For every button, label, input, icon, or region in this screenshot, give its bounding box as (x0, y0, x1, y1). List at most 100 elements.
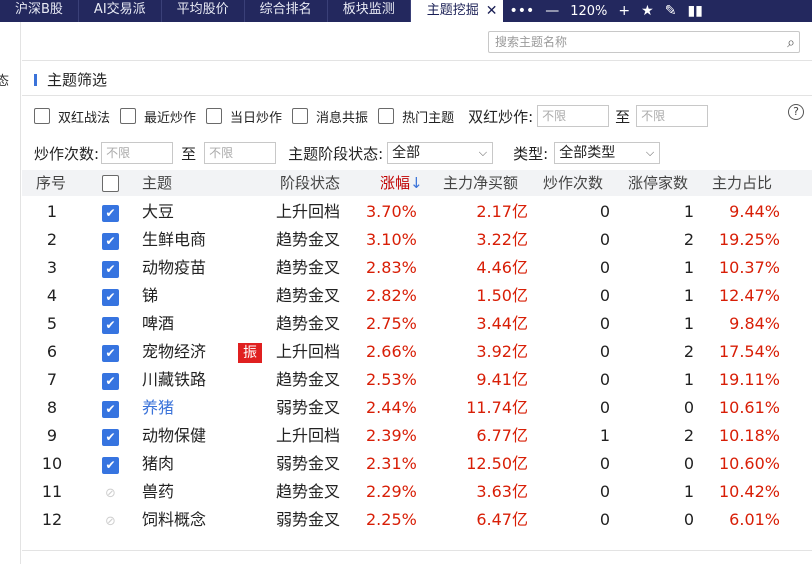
header-change-pct[interactable]: 涨幅↓ (380, 170, 423, 196)
row-checkbox[interactable]: ✔ (102, 456, 119, 474)
help-icon[interactable]: ? (788, 104, 804, 120)
table-row[interactable]: 7 ✔ 川藏铁路 趋势金叉 2.53% 9.41亿 0 1 19.11% (22, 366, 812, 394)
shuanghong-min-input[interactable]: 不限 (537, 105, 610, 127)
net-buy-amount: 12.50亿 (466, 454, 528, 473)
row-checkbox[interactable]: ⊘ (102, 484, 119, 502)
header-limit-up-count[interactable]: 涨停家数 (628, 170, 688, 196)
table-row[interactable]: 12 ⊘ 饲料概念 弱势金叉 2.25% 6.47亿 0 0 6.01% (22, 506, 812, 534)
header-main-ratio[interactable]: 主力占比 (712, 170, 772, 196)
checkbox-today-hype[interactable]: 当日炒作 (206, 107, 282, 126)
theme-name[interactable]: 生鲜电商 (142, 226, 206, 254)
change-pct: 2.83% (366, 258, 417, 277)
theme-name[interactable]: 养猪 (142, 394, 174, 422)
checked-icon[interactable]: ✔ (102, 373, 119, 390)
row-checkbox[interactable]: ✔ (102, 428, 119, 446)
stage-status-select[interactable]: 全部 ⌵ (387, 142, 494, 164)
hype-count-min-input[interactable]: 不限 (101, 142, 174, 164)
checkbox-hot-theme[interactable]: 热门主题 (378, 107, 454, 126)
checked-icon[interactable]: ✔ (102, 289, 119, 306)
header-select-all[interactable] (102, 175, 119, 192)
checkbox-box[interactable] (34, 108, 50, 124)
header-hype-count[interactable]: 炒作次数 (543, 170, 603, 196)
theme-name[interactable]: 饲料概念 (142, 506, 206, 534)
checked-icon[interactable]: ✔ (102, 345, 119, 362)
header-stage[interactable]: 阶段状态 (280, 170, 340, 196)
theme-name[interactable]: 大豆 (142, 198, 174, 226)
change-pct: 2.75% (366, 314, 417, 333)
checkbox-recent-hype[interactable]: 最近炒作 (120, 107, 196, 126)
edit-icon[interactable]: ✎ (665, 3, 677, 19)
disabled-icon[interactable]: ⊘ (102, 485, 119, 502)
change-pct: 2.82% (366, 286, 417, 305)
checked-icon[interactable]: ✔ (102, 401, 119, 418)
type-select[interactable]: 全部类型 ⌵ (554, 142, 661, 164)
table-row[interactable]: 5 ✔ 啤酒 趋势金叉 2.75% 3.44亿 0 1 9.84% (22, 310, 812, 338)
table-row[interactable]: 1 ✔ 大豆 上升回档 3.70% 2.17亿 0 1 9.44% (22, 198, 812, 226)
limit-up-count: 1 (683, 258, 694, 277)
row-checkbox[interactable]: ✔ (102, 260, 119, 278)
row-index: 7 (46, 370, 58, 389)
panel-icon[interactable]: ▮▮ (687, 3, 702, 19)
tab-theme-mining[interactable]: 主题挖掘 ✕ (410, 0, 504, 22)
checked-icon[interactable]: ✔ (102, 429, 119, 446)
select-all-checkbox[interactable] (102, 175, 119, 192)
checkbox-box[interactable] (378, 108, 395, 124)
checked-icon[interactable]: ✔ (102, 205, 119, 222)
search-icon[interactable]: ⌕ (787, 33, 795, 53)
checkbox-box[interactable] (120, 108, 137, 124)
tab-ranking[interactable]: 综合排名 (245, 0, 328, 22)
tab-hushen-b[interactable]: 沪深B股 (0, 0, 79, 22)
checkbox-news-resonance[interactable]: 消息共振 (292, 107, 368, 126)
header-index[interactable]: 序号 (36, 170, 66, 196)
table-row[interactable]: 3 ✔ 动物疫苗 趋势金叉 2.83% 4.46亿 0 1 10.37% (22, 254, 812, 282)
change-pct: 2.66% (366, 342, 417, 361)
hype-count-max-input[interactable]: 不限 (204, 142, 277, 164)
tab-sector-monitor[interactable]: 板块监测 (328, 0, 411, 22)
row-checkbox[interactable]: ✔ (102, 204, 119, 222)
row-checkbox[interactable]: ✔ (102, 372, 119, 390)
theme-name[interactable]: 动物保健 (142, 422, 206, 450)
table-row[interactable]: 4 ✔ 锑 趋势金叉 2.82% 1.50亿 0 1 12.47% (22, 282, 812, 310)
row-checkbox[interactable]: ⊘ (102, 512, 119, 530)
header-net-buy[interactable]: 主力净买额 (443, 170, 518, 196)
theme-search-input[interactable]: 搜索主题名称 ⌕ (488, 31, 800, 53)
checkbox-box[interactable] (206, 108, 223, 124)
more-icon[interactable]: ••• (509, 3, 534, 19)
theme-name[interactable]: 锑 (142, 282, 158, 310)
divider (22, 95, 812, 96)
theme-name[interactable]: 动物疫苗 (142, 254, 206, 282)
theme-name[interactable]: 啤酒 (142, 310, 174, 338)
stage-status: 趋势金叉 (276, 286, 341, 305)
shuanghong-max-input[interactable]: 不限 (636, 105, 709, 127)
table-row[interactable]: 2 ✔ 生鲜电商 趋势金叉 3.10% 3.22亿 0 2 19.25% (22, 226, 812, 254)
table-row[interactable]: 8 ✔ 养猪 弱势金叉 2.44% 11.74亿 0 0 10.61% (22, 394, 812, 422)
tab-avg-price[interactable]: 平均股价 (162, 0, 245, 22)
theme-name[interactable]: 宠物经济 (142, 338, 206, 366)
row-checkbox[interactable]: ✔ (102, 400, 119, 418)
checkbox-shuanghong-zhanfa[interactable]: 双红战法 (34, 107, 110, 126)
zoom-in-icon[interactable]: + (618, 3, 630, 19)
table-row[interactable]: 6 ✔ 宠物经济 振上升回档 2.66% 3.92亿 0 2 17.54% (22, 338, 812, 366)
tab-ai-trade[interactable]: AI交易派 (79, 0, 162, 22)
close-icon[interactable]: ✕ (486, 1, 498, 21)
header-theme[interactable]: 主题 (142, 170, 172, 196)
theme-name[interactable]: 川藏铁路 (142, 366, 206, 394)
row-checkbox[interactable]: ✔ (102, 344, 119, 362)
net-buy-amount: 1.50亿 (476, 286, 528, 305)
checked-icon[interactable]: ✔ (102, 261, 119, 278)
table-row[interactable]: 10 ✔ 猪肉 弱势金叉 2.31% 12.50亿 0 0 10.60% (22, 450, 812, 478)
theme-name[interactable]: 猪肉 (142, 450, 174, 478)
star-icon[interactable]: ★ (641, 3, 654, 19)
table-row[interactable]: 11 ⊘ 兽药 趋势金叉 2.29% 3.63亿 0 1 10.42% (22, 478, 812, 506)
row-checkbox[interactable]: ✔ (102, 232, 119, 250)
row-checkbox[interactable]: ✔ (102, 316, 119, 334)
disabled-icon[interactable]: ⊘ (102, 513, 119, 530)
checked-icon[interactable]: ✔ (102, 233, 119, 250)
checkbox-box[interactable] (292, 108, 309, 124)
table-row[interactable]: 9 ✔ 动物保健 上升回档 2.39% 6.77亿 1 2 10.18% (22, 422, 812, 450)
theme-name[interactable]: 兽药 (142, 478, 174, 506)
zoom-out-icon[interactable]: — (545, 3, 559, 19)
checked-icon[interactable]: ✔ (102, 457, 119, 474)
row-checkbox[interactable]: ✔ (102, 288, 119, 306)
checked-icon[interactable]: ✔ (102, 317, 119, 334)
